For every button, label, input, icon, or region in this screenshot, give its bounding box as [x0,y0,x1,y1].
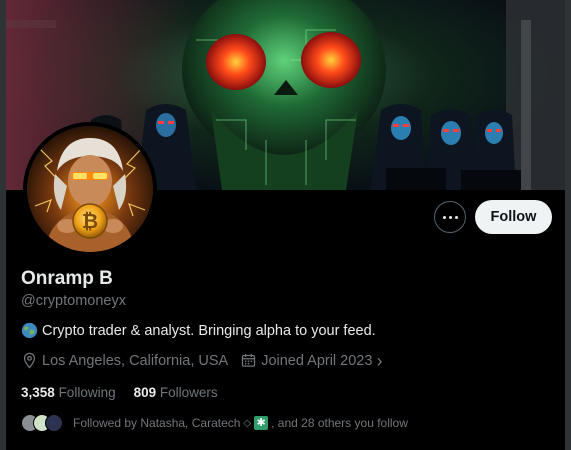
bio: Crypto trader & analyst. Bringing alpha … [21,322,376,339]
location: Los Angeles, California, USA [21,352,228,369]
display-name: Onramp B [21,268,113,289]
follow-button[interactable]: Follow [475,200,552,234]
following-label: Following [58,385,116,400]
asterisk-emoji-icon: ✱ [254,416,269,430]
bio-text: Crypto trader & analyst. Bringing alpha … [42,322,376,339]
followers-link[interactable]: 809 Followers [134,385,218,400]
followers-count: 809 [133,385,157,400]
profile-meta: Los Angeles, California, USA Joined Apri… [21,350,394,371]
globe-emoji-icon [21,322,38,339]
following-link[interactable]: 3,358 Following [21,385,116,400]
profile-page: ₿ Follow Onramp B @cryptomoneyx Crypto t… [0,0,571,450]
more-horizontal-icon [442,215,458,219]
follow-stats: 3,358 Following 809 Followers [21,385,218,400]
location-pin-icon [23,352,36,369]
followed-by[interactable]: Followed by Natasha, Caratech ◇ ✱ , and … [21,414,408,432]
followers-label: Followers [159,385,218,400]
chevron-right-icon: › [376,350,383,371]
location-text: Los Angeles, California, USA [42,352,229,369]
following-count: 3,358 [21,385,55,400]
svg-text:₿: ₿ [82,209,98,233]
avatar[interactable]: ₿ [23,122,157,256]
diamond-icon: ◇ [243,417,252,429]
follower-avatar [45,414,63,432]
avatar-art: ₿ [27,126,153,252]
followed-by-prefix: Followed by Natasha, Caratech [73,416,241,430]
joined-text: Joined April 2023 [261,352,373,369]
joined-date[interactable]: Joined April 2023 › [240,350,383,371]
more-options-button[interactable] [434,201,466,233]
calendar-icon [242,354,256,367]
follower-avatars [21,414,63,432]
username-handle: @cryptomoneyx [21,293,126,309]
followed-by-text: Followed by Natasha, Caratech ◇ ✱ , and … [73,416,408,430]
followed-by-suffix: , and 28 others you follow [271,416,408,430]
